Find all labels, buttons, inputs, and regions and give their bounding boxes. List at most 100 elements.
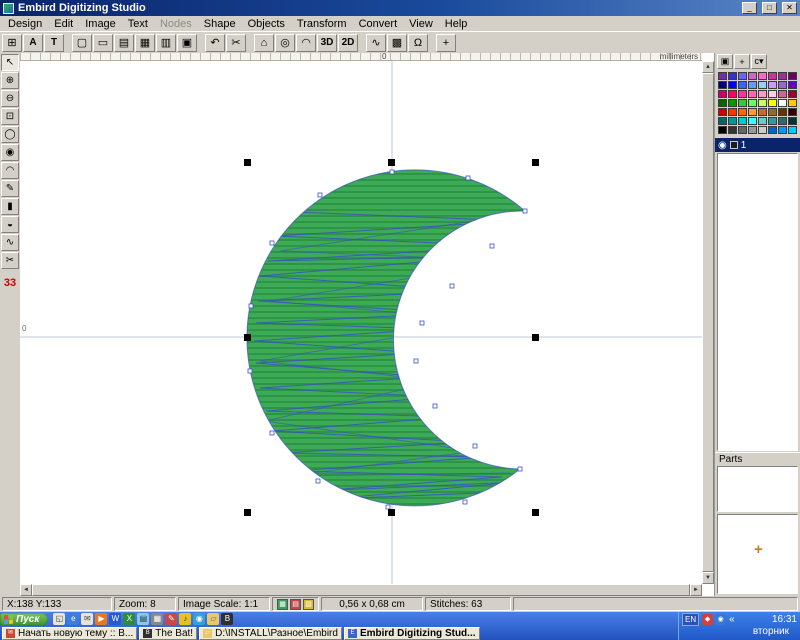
close-button[interactable]: ✕ (782, 2, 797, 14)
object-list[interactable] (717, 153, 798, 451)
palette-color-46[interactable] (768, 117, 777, 125)
scroll-down-button[interactable]: ▼ (702, 572, 714, 584)
palette-color-55[interactable] (778, 126, 787, 134)
zoom-window-tool[interactable]: ⊡ (1, 108, 19, 125)
horizontal-scrollbar[interactable]: ◄ ► (20, 584, 702, 596)
palette-color-6[interactable] (768, 72, 777, 80)
palette-color-36[interactable] (748, 108, 757, 116)
add-color-button[interactable]: + (734, 54, 750, 69)
palette-color-41[interactable] (718, 117, 727, 125)
tray-antivirus-icon[interactable]: ◆ (702, 614, 713, 625)
menu-text[interactable]: Text (122, 17, 154, 31)
column-tool[interactable]: ▮ (1, 198, 19, 215)
palette-color-50[interactable] (728, 126, 737, 134)
lettering-button[interactable]: A (23, 34, 43, 52)
palette-color-33[interactable] (718, 108, 727, 116)
menu-shape[interactable]: Shape (198, 17, 242, 31)
palette-color-48[interactable] (788, 117, 797, 125)
scroll-right-button[interactable]: ► (690, 584, 702, 596)
palette-color-47[interactable] (778, 117, 787, 125)
word-icon[interactable]: W (109, 613, 121, 625)
palette-color-10[interactable] (728, 81, 737, 89)
connection-tool[interactable]: ∿ (1, 234, 19, 251)
palette-color-20[interactable] (748, 90, 757, 98)
messenger-icon[interactable]: ◉ (193, 613, 205, 625)
palette-color-15[interactable] (778, 81, 787, 89)
print-button[interactable]: ▥ (156, 34, 176, 52)
language-indicator[interactable]: EN (682, 613, 699, 626)
palette-color-44[interactable] (748, 117, 757, 125)
palette-color-38[interactable] (768, 108, 777, 116)
palette-options-button[interactable]: c▾ (751, 54, 767, 69)
excel-icon[interactable]: X (123, 613, 135, 625)
palette-color-14[interactable] (768, 81, 777, 89)
tray-volume-icon[interactable]: ◉ (715, 614, 726, 625)
palette-color-24[interactable] (788, 90, 797, 98)
palette-color-23[interactable] (778, 90, 787, 98)
vertical-scroll-thumb[interactable] (702, 73, 714, 572)
task-thebat[interactable]: BThe Bat! (139, 627, 197, 640)
copy-button[interactable]: ▣ (177, 34, 197, 52)
undo-button[interactable]: ↶ (205, 34, 225, 52)
zoom-in-tool[interactable]: ⊕ (1, 72, 19, 89)
minimize-button[interactable]: _ (742, 2, 757, 14)
start-button[interactable]: Пуск (0, 613, 48, 626)
palette-color-5[interactable] (758, 72, 767, 80)
pencil-tool[interactable]: ✎ (1, 180, 19, 197)
palette-color-34[interactable] (728, 108, 737, 116)
cut-button[interactable]: ✂ (226, 34, 246, 52)
scroll-left-button[interactable]: ◄ (20, 584, 32, 596)
palette-color-49[interactable] (718, 126, 727, 134)
palette-color-42[interactable] (728, 117, 737, 125)
thread-catalog-button[interactable]: ▣ (717, 54, 733, 69)
image-mode-button[interactable]: ⊞ (2, 34, 22, 52)
folder-shortcut-icon[interactable]: ▱ (207, 613, 219, 625)
palette-color-45[interactable] (758, 117, 767, 125)
palette-color-28[interactable] (748, 99, 757, 107)
shape-circle-button[interactable]: ◎ (275, 34, 295, 52)
palette-color-31[interactable] (778, 99, 787, 107)
media-player-icon[interactable]: ▶ (95, 613, 107, 625)
show-desktop-icon[interactable]: ◱ (53, 613, 65, 625)
palette-color-21[interactable] (758, 90, 767, 98)
select-tool[interactable]: ↖ (1, 54, 19, 71)
zoom-out-tool[interactable]: ⊖ (1, 90, 19, 107)
palette-color-26[interactable] (728, 99, 737, 107)
task-forum[interactable]: ✉Начать новую тему :: В... (2, 627, 137, 640)
view-3d-button[interactable]: 3D (317, 34, 337, 52)
palette-color-1[interactable] (718, 72, 727, 80)
music-icon[interactable]: ♪ (179, 613, 191, 625)
open-design-button[interactable]: ▭ (93, 34, 113, 52)
menu-image[interactable]: Image (79, 17, 122, 31)
palette-color-51[interactable] (738, 126, 747, 134)
palette-color-53[interactable] (758, 126, 767, 134)
palette-color-18[interactable] (728, 90, 737, 98)
palette-color-12[interactable] (748, 81, 757, 89)
view-2d-button[interactable]: 2D (338, 34, 358, 52)
visibility-eye-icon[interactable]: ◉ (718, 140, 727, 151)
import-image-button[interactable]: ▤ (114, 34, 134, 52)
scroll-up-button[interactable]: ▲ (702, 61, 714, 73)
stitch-simulator-button[interactable]: ∿ (366, 34, 386, 52)
menu-help[interactable]: Help (439, 17, 474, 31)
sfumato-tool[interactable]: ◒ (1, 216, 19, 233)
shape-arc-button[interactable]: ◠ (296, 34, 316, 52)
tray-collapse-button[interactable]: « (729, 614, 735, 625)
task-embird[interactable]: EEmbird Digitizing Stud... (344, 627, 480, 640)
ellipse-tool[interactable]: ◯ (1, 126, 19, 143)
menu-view[interactable]: View (403, 17, 439, 31)
text-tool-button[interactable]: T (44, 34, 64, 52)
palette-color-39[interactable] (778, 108, 787, 116)
fill-region-tool[interactable]: ◉ (1, 144, 19, 161)
horizontal-scroll-thumb[interactable] (32, 584, 690, 596)
internet-explorer-icon[interactable]: e (67, 613, 79, 625)
palette-color-40[interactable] (788, 108, 797, 116)
palette-color-25[interactable] (718, 99, 727, 107)
task-explorer[interactable]: ▱D:\INSTALL\Разное\Embird (199, 627, 342, 640)
menu-convert[interactable]: Convert (353, 17, 404, 31)
palette-color-7[interactable] (778, 72, 787, 80)
notepad-icon[interactable]: ▤ (137, 613, 149, 625)
new-design-button[interactable]: ▢ (72, 34, 92, 52)
palette-color-35[interactable] (738, 108, 747, 116)
palette-color-2[interactable] (728, 72, 737, 80)
